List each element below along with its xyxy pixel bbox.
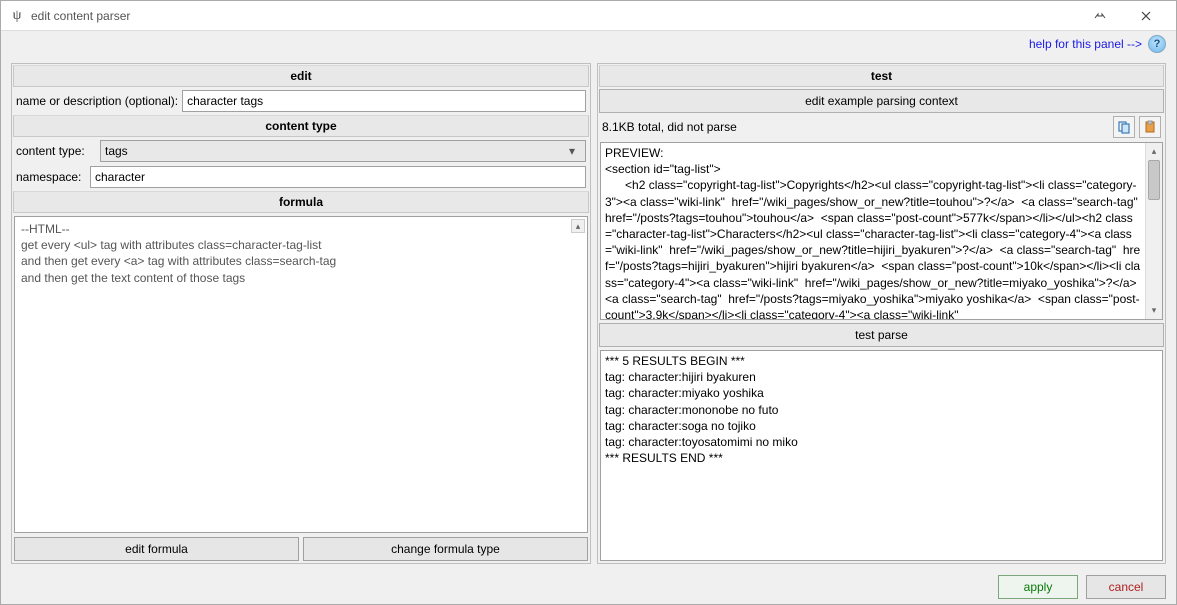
test-parse-button[interactable]: test parse (599, 323, 1164, 347)
scroll-thumb[interactable] (1148, 160, 1160, 200)
help-bar: help for this panel --> ? (1, 31, 1176, 57)
apply-button[interactable]: apply (998, 575, 1078, 599)
close-icon (1140, 10, 1152, 22)
namespace-input[interactable] (90, 166, 586, 188)
status-row: 8.1KB total, did not parse (598, 114, 1165, 140)
window-title: edit content parser (31, 9, 1078, 23)
scroll-down-icon[interactable]: ▾ (1146, 302, 1162, 319)
content-type-row: content type: tags ▾ (12, 138, 590, 164)
content-type-select[interactable]: tags ▾ (100, 140, 586, 162)
edit-example-context-button[interactable]: edit example parsing context (599, 89, 1164, 113)
formula-display[interactable]: ▴ --HTML-- get every <ul> tag with attri… (14, 216, 588, 533)
edit-panel: edit name or description (optional): con… (11, 63, 591, 564)
main-content: edit name or description (optional): con… (1, 57, 1176, 570)
window-controls (1078, 2, 1168, 30)
scroll-up-icon[interactable]: ▴ (1146, 143, 1162, 160)
content-type-value: tags (105, 144, 563, 158)
test-header: test (599, 65, 1164, 87)
help-icon[interactable]: ? (1148, 35, 1166, 53)
content-type-label: content type: (16, 144, 96, 158)
paste-button[interactable] (1139, 116, 1161, 138)
results-content: *** 5 RESULTS BEGIN *** tag: character:h… (601, 351, 1162, 560)
copy-button[interactable] (1113, 116, 1135, 138)
footer: apply cancel (1, 570, 1176, 604)
formula-buttons: edit formula change formula type (12, 535, 590, 563)
preview-scrollbar[interactable]: ▴ ▾ (1145, 143, 1162, 319)
results-textbox[interactable]: *** 5 RESULTS BEGIN *** tag: character:h… (600, 350, 1163, 561)
scroll-up-icon[interactable]: ▴ (571, 219, 585, 233)
cancel-button[interactable]: cancel (1086, 575, 1166, 599)
edit-formula-button[interactable]: edit formula (14, 537, 299, 561)
close-button[interactable] (1124, 2, 1168, 30)
app-icon: ψ (9, 8, 25, 24)
parse-status: 8.1KB total, did not parse (602, 120, 1109, 134)
scroll-track[interactable] (1146, 160, 1162, 302)
preview-textbox[interactable]: PREVIEW: <section id="tag-list"> <h2 cla… (600, 142, 1163, 320)
change-formula-type-button[interactable]: change formula type (303, 537, 588, 561)
test-panel: test edit example parsing context 8.1KB … (597, 63, 1166, 564)
paste-icon (1143, 120, 1157, 134)
restore-button[interactable] (1078, 2, 1122, 30)
name-input[interactable] (182, 90, 586, 112)
namespace-label: namespace: (16, 170, 86, 184)
name-label: name or description (optional): (16, 94, 178, 108)
titlebar: ψ edit content parser (1, 1, 1176, 31)
chevron-down-icon: ▾ (563, 144, 581, 158)
formula-line: and then get the text content of those t… (21, 270, 581, 286)
restore-icon (1094, 10, 1106, 22)
window-root: ψ edit content parser help for this pane… (0, 0, 1177, 605)
name-row: name or description (optional): (12, 88, 590, 114)
edit-header: edit (13, 65, 589, 87)
formula-line: get every <ul> tag with attributes class… (21, 237, 581, 253)
copy-icon (1117, 120, 1131, 134)
preview-content: PREVIEW: <section id="tag-list"> <h2 cla… (601, 143, 1145, 319)
formula-line: --HTML-- (21, 221, 581, 237)
help-link[interactable]: help for this panel --> (1029, 37, 1142, 51)
formula-header: formula (13, 191, 589, 213)
namespace-row: namespace: (12, 164, 590, 190)
formula-line: and then get every <a> tag with attribut… (21, 253, 581, 269)
content-type-header: content type (13, 115, 589, 137)
